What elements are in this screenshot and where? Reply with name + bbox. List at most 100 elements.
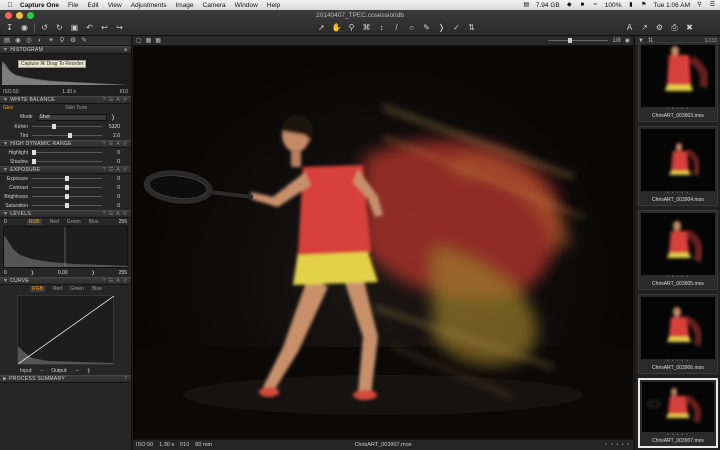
trash-icon[interactable]: ▣	[69, 22, 80, 33]
process-summary-header[interactable]: ▶ PROCESS SUMMARY ?	[0, 375, 131, 383]
battery-icon[interactable]: ▮	[627, 2, 634, 8]
rotate-left-icon[interactable]: ↺	[39, 22, 50, 33]
memory-icon[interactable]: ▤	[523, 2, 530, 8]
tools-icon[interactable]: ✖	[684, 22, 695, 33]
menu-app[interactable]: Capture One	[20, 2, 59, 9]
levels-channel-red[interactable]: Red	[50, 219, 59, 225]
adjust-tab-icon[interactable]: ⚙	[69, 37, 77, 45]
thumbnail[interactable]: • • • • • ChrisART_003905.mos	[638, 210, 718, 290]
eyedropper-icon[interactable]: ❭	[111, 114, 116, 121]
white-balance-header[interactable]: ▼ WHITE BALANCE ? ☰ A ↺	[0, 96, 131, 104]
shadow-slider[interactable]	[32, 159, 102, 164]
highlight-slider[interactable]	[32, 150, 102, 155]
levels-output-low[interactable]: 0	[4, 270, 7, 276]
slider-knob[interactable]	[65, 176, 69, 181]
menu-edit[interactable]: Edit	[88, 2, 99, 9]
dropbox-icon[interactable]: ◆	[566, 2, 573, 8]
saturation-slider[interactable]	[32, 203, 102, 208]
section-tools-icon[interactable]: ?	[124, 376, 131, 382]
pan-icon[interactable]: ✋	[331, 22, 342, 33]
reset-icon[interactable]: ↶	[84, 22, 95, 33]
keystone-icon[interactable]: /	[391, 22, 402, 33]
print-icon[interactable]: ⎙	[669, 22, 680, 33]
section-tools-icon[interactable]: ■	[124, 47, 131, 53]
slider-knob[interactable]	[568, 38, 573, 43]
brightness-value[interactable]: 0	[102, 194, 120, 200]
flag-icon[interactable]: ⚑	[640, 2, 647, 8]
select-icon[interactable]: ➚	[316, 22, 327, 33]
eyedropper-black-icon[interactable]: ❭	[30, 270, 34, 276]
collapse-icon[interactable]: ▼	[3, 97, 8, 103]
thumbnail-rating[interactable]: • • • • •	[640, 432, 716, 437]
histogram-header[interactable]: ▼ HISTOGRAM ■	[0, 46, 131, 54]
metadata-tab-icon[interactable]: ✎	[80, 37, 88, 45]
collapse-icon[interactable]: ▼	[3, 211, 8, 217]
capture-tab-icon[interactable]: ◉	[14, 37, 22, 45]
eye-icon[interactable]: ◉	[625, 37, 630, 44]
thumbnail-rating[interactable]: • • • • •	[639, 106, 717, 111]
curve-channel-green[interactable]: Green	[70, 286, 84, 292]
curve-graph[interactable]	[17, 295, 115, 365]
slider-knob[interactable]	[65, 203, 69, 208]
exposure-tab-icon[interactable]: ☀	[47, 37, 55, 45]
exposure-value[interactable]: 0	[102, 176, 120, 182]
hdr-header[interactable]: ▼ HIGH DYNAMIC RANGE ? ☰ A ↺	[0, 140, 131, 148]
eyedropper-icon[interactable]: ❭	[436, 22, 447, 33]
brightness-slider[interactable]	[32, 194, 102, 199]
curve-header[interactable]: ▼ CURVE ? ☰ A ↺	[0, 277, 131, 285]
grid-icon[interactable]: ▦	[155, 37, 161, 44]
menu-file[interactable]: File	[68, 2, 78, 9]
menu-help[interactable]: Help	[267, 2, 280, 9]
levels-midtone[interactable]: 0.00	[58, 270, 68, 276]
notifications-icon[interactable]: ☰	[709, 2, 716, 8]
zoom-icon[interactable]: ⚲	[346, 22, 357, 33]
wb-tab-grey[interactable]: Glex	[3, 105, 13, 111]
clock[interactable]: Tue 1:06 AM	[653, 2, 690, 9]
single-view-icon[interactable]: ▢	[136, 37, 142, 44]
shadow-value[interactable]: 0	[102, 159, 120, 165]
crop-icon[interactable]: ⌘	[361, 22, 372, 33]
main-photo[interactable]	[133, 47, 633, 439]
tint-slider[interactable]	[32, 133, 102, 138]
spot-icon[interactable]: ○	[406, 22, 417, 33]
levels-output-high[interactable]: 255	[119, 270, 127, 276]
menu-image[interactable]: Image	[175, 2, 193, 9]
undo-icon[interactable]: ↩	[99, 22, 110, 33]
levels-histogram[interactable]	[3, 226, 128, 268]
thumbnail-selected[interactable]: • • • • • ChrisART_003907.mos	[638, 378, 718, 448]
slider-knob[interactable]	[65, 185, 69, 190]
text-icon[interactable]: A	[624, 22, 635, 33]
wb-tab-skin-tone[interactable]: Skin Tone	[65, 105, 87, 111]
kelvin-slider[interactable]	[32, 124, 102, 129]
tint-value[interactable]: 2.6	[102, 133, 120, 139]
saturation-value[interactable]: 0	[102, 203, 120, 209]
multi-view-icon[interactable]: ▦	[146, 37, 152, 44]
menu-window[interactable]: Window	[235, 2, 258, 9]
slider-knob[interactable]	[65, 194, 69, 199]
section-tools-icon[interactable]: ? ☰ A ↺	[103, 211, 131, 217]
thumbnail[interactable]: • • • • • ChrisART_003903.mos	[638, 42, 718, 122]
menu-adjustments[interactable]: Adjustments	[131, 2, 167, 9]
curve-channel-red[interactable]: Red	[53, 286, 62, 292]
levels-channel-green[interactable]: Green	[67, 219, 81, 225]
settings-icon[interactable]: ⚙	[654, 22, 665, 33]
menu-view[interactable]: View	[108, 2, 122, 9]
thumbnail[interactable]: • • • • • ChrisART_003904.mos	[638, 126, 718, 206]
redo-icon[interactable]: ↪	[114, 22, 125, 33]
exposure-slider[interactable]	[32, 176, 102, 181]
section-tools-icon[interactable]: ? ☰ A ↺	[103, 278, 131, 284]
menu-camera[interactable]: Camera	[203, 2, 226, 9]
lens-tab-icon[interactable]: ◎	[25, 37, 33, 45]
curve-picker-icon[interactable]: ❭	[86, 368, 90, 374]
slider-knob[interactable]	[32, 159, 36, 164]
collapse-icon[interactable]: ▼	[3, 278, 8, 284]
curve-channel-blue[interactable]: Blue	[92, 286, 102, 292]
thumbnail-rating[interactable]: • • • • •	[639, 274, 717, 279]
export-icon[interactable]: ↗	[639, 22, 650, 33]
color-tab-icon[interactable]: ◐	[36, 37, 44, 45]
collapse-icon[interactable]: ▼	[3, 141, 8, 147]
thumbnail-rating[interactable]: • • • • •	[639, 190, 717, 195]
collapse-icon[interactable]: ▼	[3, 47, 8, 53]
levels-channel-rgb[interactable]: RGB	[26, 219, 42, 225]
straighten-icon[interactable]: ↕	[376, 22, 387, 33]
